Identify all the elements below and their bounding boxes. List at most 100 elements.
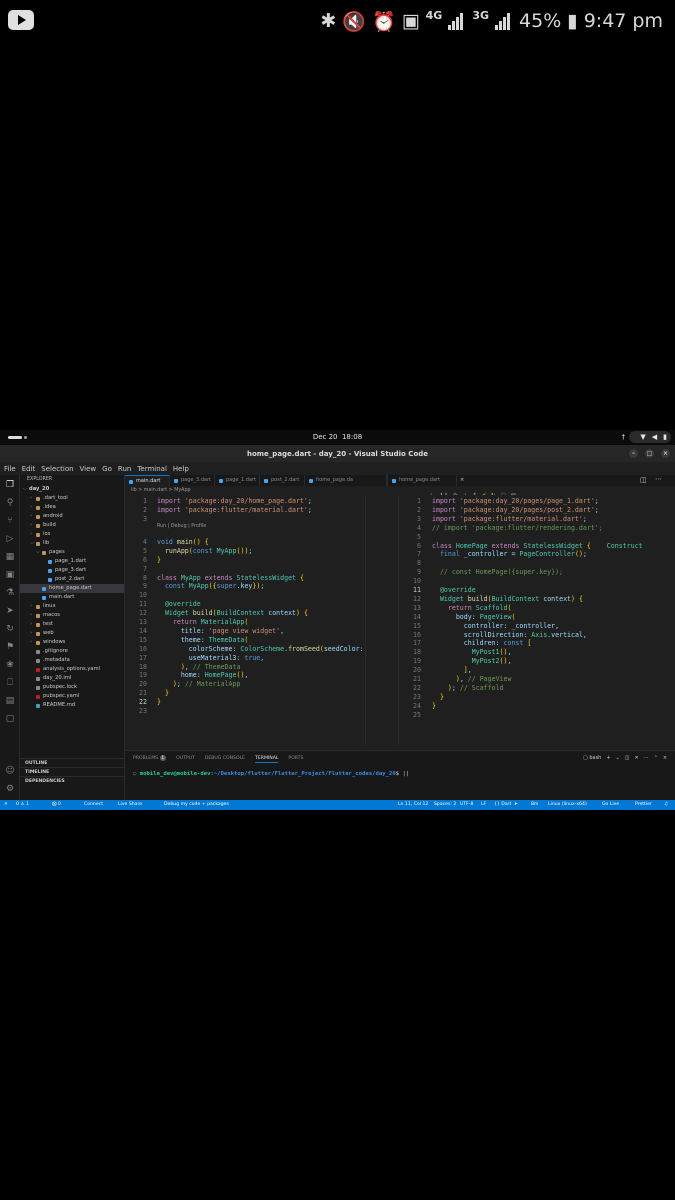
outline-section[interactable]: OUTLINE (20, 758, 125, 767)
more-actions-icon[interactable]: ⋯ (655, 475, 662, 483)
left-editor[interactable]: 1 import 'package:day_20/home_page.dart';… (125, 495, 395, 745)
tree-item[interactable]: › linux (20, 602, 124, 611)
tree-item[interactable]: › build (20, 521, 124, 530)
paw-icon[interactable]: ❀ (4, 659, 16, 671)
status-debug-mode[interactable]: Debug my code + packages (164, 800, 229, 810)
status-ports[interactable]: ⨂ 0 (52, 800, 61, 810)
explorer-icon[interactable]: ❐ (4, 479, 16, 491)
tree-item[interactable]: pubspec.yaml (20, 692, 124, 701)
status-liveshare[interactable]: Live Share (118, 800, 142, 810)
tab-terminal[interactable]: TERMINAL (255, 754, 279, 763)
run-debug-icon[interactable]: ▷ (4, 533, 16, 545)
settings-gear-icon[interactable]: ⚙ (4, 783, 16, 795)
status-golive[interactable]: Go Live (602, 800, 619, 810)
status-flutter-icon[interactable]: ➤ (514, 800, 518, 810)
tree-item[interactable]: ⌵ pages (20, 548, 124, 557)
new-terminal-icon[interactable]: + (606, 754, 610, 763)
tree-item[interactable]: › web (20, 629, 124, 638)
menu-file[interactable]: File (4, 465, 16, 473)
tree-item[interactable]: › macos (20, 611, 124, 620)
terminal-shell[interactable]: ▢ bash (583, 754, 601, 763)
menu-help[interactable]: Help (173, 465, 189, 473)
status-problems[interactable]: 0 ⚠ 1 (16, 800, 29, 810)
power-icon[interactable]: ▮ (663, 433, 667, 441)
codelens[interactable]: Run | Debug | Profile (157, 524, 206, 529)
tree-item[interactable]: day_20.iml (20, 674, 124, 683)
tree-item[interactable]: › .idea (20, 503, 124, 512)
tree-item[interactable]: › .dart_tool (20, 494, 124, 503)
account-icon[interactable]: ☺ (4, 765, 16, 777)
tree-item[interactable]: analysis_options.yaml (20, 665, 124, 674)
volume-icon[interactable]: ◀ (652, 433, 657, 441)
status-language[interactable]: {} Dart (494, 800, 511, 810)
explorer-root[interactable]: ⌵ day_20 (20, 485, 124, 494)
tab-page-3-dart[interactable]: page_3.dart (170, 475, 215, 486)
tree-item[interactable]: pubspec.lock (20, 683, 124, 692)
search-icon[interactable]: ⚲ (4, 497, 16, 509)
right-editor[interactable]: 1 import 'package:day_20/pages/page_1.dar… (398, 495, 675, 745)
bookmark-icon[interactable]: ▤ (4, 695, 16, 707)
tree-item[interactable]: page_1.dart (20, 557, 124, 566)
menu-view[interactable]: View (80, 465, 97, 473)
docker-icon[interactable]: ⚑ (4, 641, 16, 653)
menu-terminal[interactable]: Terminal (137, 465, 167, 473)
status-position[interactable]: Ln 11, Col 12 (398, 800, 428, 810)
tree-item[interactable]: .gitignore (20, 647, 124, 656)
menu-run[interactable]: Run (118, 465, 131, 473)
menu-edit[interactable]: Edit (22, 465, 36, 473)
menu-go[interactable]: Go (102, 465, 112, 473)
tab-close-icon[interactable]: × (460, 477, 464, 483)
tree-item[interactable]: › ios (20, 530, 124, 539)
testing-icon[interactable]: ⚗ (4, 587, 16, 599)
tree-item[interactable]: main.dart (20, 593, 124, 602)
wifi-icon[interactable]: ▼ (640, 433, 645, 441)
accessibility-icon[interactable]: † (622, 433, 626, 441)
source-control-icon[interactable]: ⑂ (4, 515, 16, 527)
tab-debug-console[interactable]: DEBUG CONSOLE (205, 754, 245, 763)
database-icon[interactable]: ⎕ (4, 677, 16, 689)
breadcrumb[interactable]: lib > main.dart > MyApp (131, 486, 191, 495)
menu-selection[interactable]: Selection (41, 465, 73, 473)
maximize-panel-icon[interactable]: ⌃ (654, 754, 658, 763)
split-editor-icon[interactable]: ◫ (640, 476, 647, 484)
more-icon[interactable]: ⋯ (644, 754, 649, 763)
tab-post-2-dart[interactable]: post_2.dart (260, 475, 305, 486)
tab-home-page-da[interactable]: home_page.da (305, 475, 387, 486)
tree-item[interactable]: README.md (20, 701, 124, 710)
split-terminal-icon[interactable]: ◫ (625, 754, 630, 763)
status-encoding[interactable]: UTF-8 (460, 800, 473, 810)
terminal-line[interactable]: ○ mobile_dev@mobile-dev:~/Desktop/flutte… (133, 771, 409, 777)
notifications-icon[interactable]: ♫ (664, 800, 668, 810)
flutter-icon[interactable]: ➤ (4, 605, 16, 617)
remote-explorer-icon[interactable]: ▣ (4, 569, 16, 581)
status-spaces[interactable]: Spaces: 2 (434, 800, 456, 810)
tree-item[interactable]: › windows (20, 638, 124, 647)
status-device[interactable]: Linux (linux-x64) (548, 800, 587, 810)
tree-item[interactable]: .metadata (20, 656, 124, 665)
status-prettier[interactable]: Prettier (635, 800, 652, 810)
minimize-button[interactable]: – (629, 449, 638, 458)
live-share-icon[interactable]: ↻ (4, 623, 16, 635)
tree-item[interactable]: page_3.dart (20, 566, 124, 575)
tab-home-page-dart-active[interactable]: home_page.dart (387, 475, 457, 486)
dropdown-icon[interactable]: ⌄ (616, 754, 620, 763)
tab-ports[interactable]: PORTS (288, 754, 303, 763)
tree-item[interactable]: › test (20, 620, 124, 629)
dependencies-section[interactable]: DEPENDENCIES (20, 776, 125, 785)
close-button[interactable]: × (661, 449, 670, 458)
maximize-button[interactable]: □ (645, 449, 654, 458)
tab-main-dart[interactable]: main.dart (125, 475, 170, 486)
tree-item[interactable]: post_2.dart (20, 575, 124, 584)
timeline-section[interactable]: TIMELINE (20, 767, 125, 776)
tab-problems[interactable]: PROBLEMS 1 (133, 754, 167, 763)
tree-item[interactable]: home_page.dart (20, 584, 124, 593)
top-clock[interactable]: Dec 20 18:08 (0, 433, 675, 441)
tree-item[interactable]: ⌵ lib (20, 539, 124, 548)
remote-icon[interactable]: ✕ (4, 800, 8, 810)
tab-output[interactable]: OUTPUT (176, 754, 195, 763)
status-eol[interactable]: LF (481, 800, 486, 810)
tab-page-1-dart[interactable]: page_1.dart (215, 475, 260, 486)
status-connect[interactable]: Connect (84, 800, 103, 810)
trash-icon[interactable]: ✕ (634, 754, 638, 763)
tree-item[interactable]: › android (20, 512, 124, 521)
